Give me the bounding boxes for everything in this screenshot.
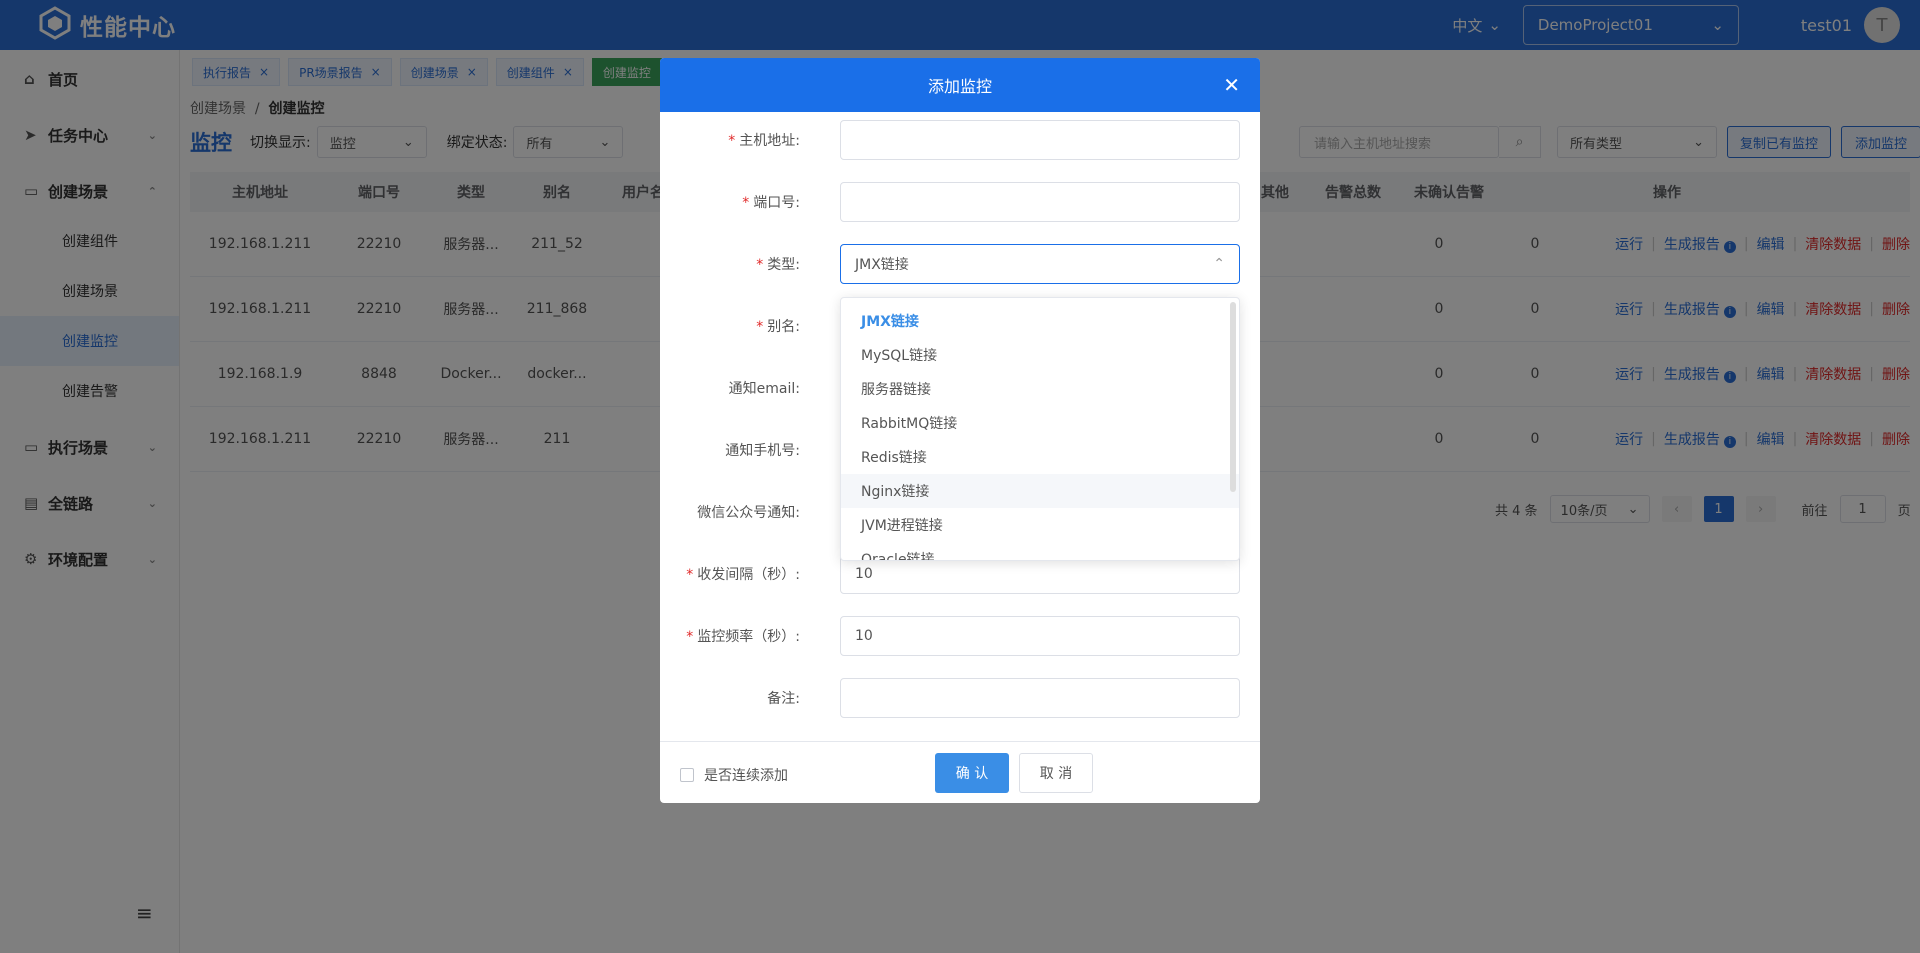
form-row-port: * 端口号: [660,182,1260,222]
dropdown-option-jmx[interactable]: JMX链接 [841,304,1239,338]
field-label: * 主机地址: [660,130,820,150]
dropdown-option-nginx[interactable]: Nginx链接 [841,474,1239,508]
type-select-value: JMX链接 [855,257,909,273]
type-dropdown: JMX链接 MySQL链接 服务器链接 RabbitMQ链接 Redis链接 N… [840,297,1240,561]
checkbox-box[interactable] [680,768,694,782]
form-row-frequency: * 监控频率（秒）: 10 [660,616,1260,656]
required-mark: * [728,133,736,149]
field-label: * 类型: [660,254,820,274]
field-label: * 收发间隔（秒）: [660,564,820,584]
phone-label: 通知手机号: [725,443,800,459]
host-input[interactable] [840,120,1240,160]
form-row-host: * 主机地址: [660,120,1260,160]
dropdown-option-mysql[interactable]: MySQL链接 [841,338,1239,372]
required-mark: * [756,257,764,273]
email-label: 通知email: [728,381,800,397]
port-label: 端口号: [753,195,800,211]
remark-input[interactable] [840,678,1240,718]
chevron-up-icon: ⌃ [1213,256,1225,272]
port-input[interactable] [840,182,1240,222]
required-mark: * [742,195,750,211]
dialog-header: 添加监控 ✕ [660,58,1260,112]
close-icon[interactable]: ✕ [1223,73,1240,97]
dropdown-option-jvm[interactable]: JVM进程链接 [841,508,1239,542]
required-mark: * [686,567,694,583]
field-label: * 端口号: [660,192,820,212]
dropdown-option-oracle[interactable]: Oracle链接 [841,542,1239,560]
host-label: 主机地址: [739,133,800,149]
dropdown-scrollbar[interactable] [1230,302,1236,492]
dropdown-option-redis[interactable]: Redis链接 [841,440,1239,474]
dropdown-option-server[interactable]: 服务器链接 [841,372,1239,406]
form-row-remark: 备注: [660,678,1260,718]
dropdown-option-rabbitmq[interactable]: RabbitMQ链接 [841,406,1239,440]
field-label: * 监控频率（秒）: [660,626,820,646]
frequency-input[interactable]: 10 [840,616,1240,656]
field-label: * 别名: [660,316,820,336]
cancel-button[interactable]: 取 消 [1019,753,1093,793]
type-label: 类型: [767,257,800,273]
continuous-add-checkbox[interactable]: 是否连续添加 [680,765,788,785]
dialog-title: 添加监控 [927,77,992,96]
required-mark: * [756,319,764,335]
confirm-button[interactable]: 确 认 [935,753,1009,793]
interval-label: 收发间隔（秒）: [697,567,800,583]
form-row-type: * 类型: JMX链接 ⌃ [660,244,1260,284]
alias-label: 别名: [767,319,800,335]
checkbox-label: 是否连续添加 [704,768,788,784]
remark-label: 备注: [767,691,800,707]
wechat-label: 微信公众号通知: [697,505,800,521]
type-select[interactable]: JMX链接 ⌃ [840,244,1240,284]
dialog-footer: 是否连续添加 确 认 取 消 [660,742,1260,803]
required-mark: * [686,629,694,645]
frequency-label: 监控频率（秒）: [697,629,800,645]
